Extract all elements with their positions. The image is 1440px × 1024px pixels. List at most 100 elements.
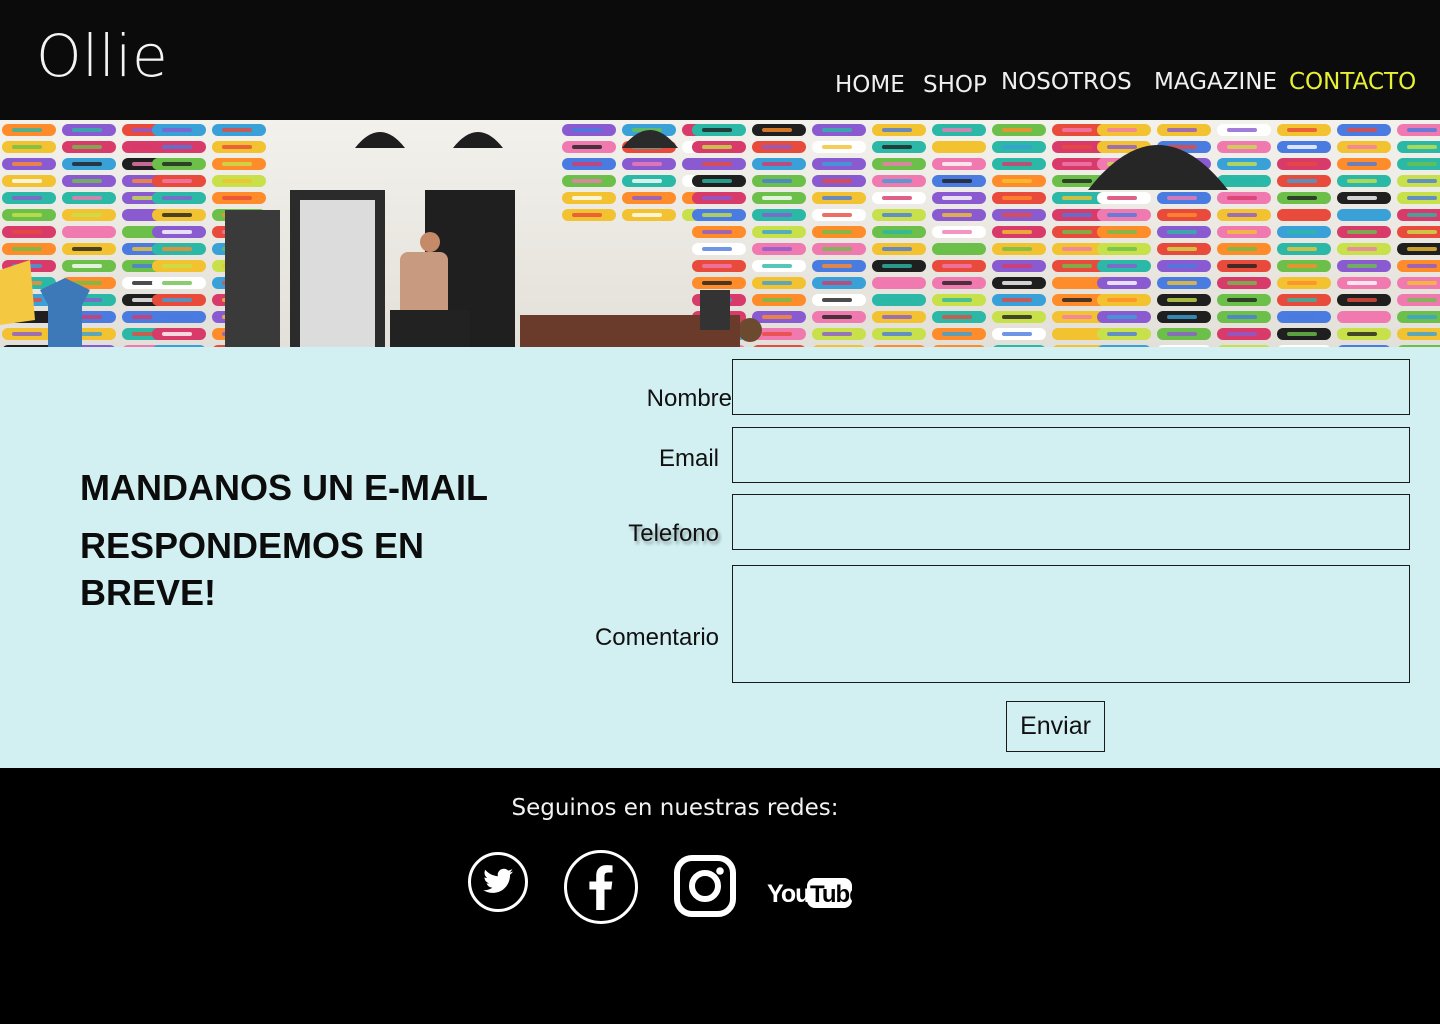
- comment-field[interactable]: [732, 565, 1410, 683]
- hero-skateboard-graphic: [1287, 145, 1317, 149]
- twitter-icon[interactable]: [467, 851, 529, 913]
- nav-magazine[interactable]: MAGAZINE: [1154, 69, 1277, 95]
- hero-skateboard-graphic: [882, 196, 912, 200]
- nav-home[interactable]: HOME: [835, 72, 905, 98]
- hero-skateboard-graphic: [702, 264, 732, 268]
- contact-headline-line2: RESPONDEMOS EN BREVE!: [80, 525, 425, 613]
- hero-skateboard-graphic: [12, 179, 42, 183]
- hero-skateboard-graphic: [1347, 315, 1377, 319]
- hero-skateboard-graphic: [1227, 315, 1257, 319]
- hero-skateboard-graphic: [1062, 128, 1092, 132]
- hero-skateboard-graphic: [702, 179, 732, 183]
- nav-contacto[interactable]: CONTACTO: [1289, 69, 1416, 95]
- hero-skateboard-graphic: [1347, 298, 1377, 302]
- phone-field[interactable]: [732, 494, 1410, 550]
- hero-skateboard-graphic: [1167, 298, 1197, 302]
- hero-skateboard-graphic: [942, 196, 972, 200]
- hero-skateboard-graphic: [572, 162, 602, 166]
- hero-skateboard-graphic: [702, 128, 732, 132]
- hero-skateboard-graphic: [162, 264, 192, 268]
- hero-skateboard-graphic: [1347, 162, 1377, 166]
- hero-skateboard-graphic: [762, 332, 792, 336]
- hero-skateboard-graphic: [1107, 315, 1137, 319]
- hero-skateboard-graphic: [1347, 264, 1377, 268]
- hero-skateboard-graphic: [162, 315, 192, 319]
- hero-skateboard-graphic: [572, 179, 602, 183]
- hero-skateboard-graphic: [72, 128, 102, 132]
- nav-shop[interactable]: SHOP: [923, 72, 987, 98]
- hero-skateboard-graphic: [822, 196, 852, 200]
- hero-skateboard-graphic: [942, 179, 972, 183]
- hero-skateboard-graphic: [762, 298, 792, 302]
- hero-skateboard-graphic: [1107, 230, 1137, 234]
- hero-skateboard-graphic: [12, 247, 42, 251]
- hero-skateboard-graphic: [572, 213, 602, 217]
- hero-skateboard-graphic: [1167, 230, 1197, 234]
- hero-skateboard-graphic: [1002, 332, 1032, 336]
- hero-skateboard-graphic: [702, 196, 732, 200]
- email-field[interactable]: [732, 427, 1410, 483]
- hero-skateboard-graphic: [1407, 298, 1437, 302]
- hero-skateboard-graphic: [1287, 128, 1317, 132]
- hero-skateboard-graphic: [942, 281, 972, 285]
- site-header: Ollie HOME SHOP NOSOTROS MAGAZINE CONTAC…: [0, 0, 1440, 120]
- hero-skateboard-graphic: [822, 128, 852, 132]
- hero-skateboard-graphic: [762, 281, 792, 285]
- youtube-icon[interactable]: You Tube: [767, 876, 853, 910]
- hero-skateboard-graphic: [1287, 179, 1317, 183]
- hero-skateboard-graphic: [1107, 145, 1137, 149]
- facebook-icon[interactable]: [563, 849, 639, 925]
- contact-section: MANDANOS UN E-MAIL RESPONDEMOS EN BREVE!…: [0, 347, 1440, 768]
- nav-nosotros[interactable]: NOSOTROS: [1001, 69, 1132, 95]
- hero-skateboard-graphic: [1107, 196, 1137, 200]
- hero-skateboard-graphic: [1287, 315, 1317, 319]
- hero-skateboard-graphic: [1407, 230, 1437, 234]
- hero-skateboard-graphic: [1167, 213, 1197, 217]
- phone-label: Telefono: [628, 520, 719, 547]
- hero-skateboard-graphic: [1287, 281, 1317, 285]
- hero-skateboard-graphic: [1287, 298, 1317, 302]
- hero-skateboard-graphic: [1227, 213, 1257, 217]
- hero-skateboard-graphic: [882, 281, 912, 285]
- hero-skateboard-graphic: [1347, 281, 1377, 285]
- hero-skateboard-graphic: [762, 179, 792, 183]
- hero-skateboard-graphic: [1287, 332, 1317, 336]
- hero-skateboard-graphic: [1167, 315, 1197, 319]
- hero-skateboard-graphic: [762, 247, 792, 251]
- name-label: Nombre: [646, 385, 732, 412]
- site-logo[interactable]: Ollie: [36, 22, 168, 90]
- hero-skateboard-graphic: [12, 230, 42, 234]
- hero-skateboard-graphic: [1227, 332, 1257, 336]
- instagram-icon[interactable]: [673, 854, 737, 918]
- hero-skateboard-graphic: [162, 281, 192, 285]
- hero-skateboard-graphic: [1227, 128, 1257, 132]
- hero-skateboard-graphic: [1347, 332, 1377, 336]
- hero-skateboard-graphic: [822, 247, 852, 251]
- hero-skateboard-graphic: [882, 298, 912, 302]
- hero-skateboard-graphic: [1062, 196, 1092, 200]
- hero-skateboard-graphic: [942, 213, 972, 217]
- hero-skateboard-graphic: [162, 230, 192, 234]
- hero-skateboard-graphic: [1167, 281, 1197, 285]
- hero-skateboard-graphic: [72, 196, 102, 200]
- follow-text: Seguinos en nuestras redes:: [511, 795, 839, 821]
- hero-skateboard-graphic: [762, 264, 792, 268]
- hero-skateboard-graphic: [72, 145, 102, 149]
- hero-skateboard-graphic: [12, 145, 42, 149]
- hero-skateboard-graphic: [1227, 281, 1257, 285]
- hero-skateboard-graphic: [1002, 298, 1032, 302]
- hero-skateboard-graphic: [1227, 179, 1257, 183]
- hero-skateboard-graphic: [942, 332, 972, 336]
- hero-skateboard-graphic: [942, 128, 972, 132]
- hero-skateboard-graphic: [822, 264, 852, 268]
- hero-skateboard-graphic: [1002, 264, 1032, 268]
- hero-skateboard-graphic: [1167, 247, 1197, 251]
- name-field[interactable]: [732, 359, 1410, 415]
- hero-skateboard-graphic: [1227, 230, 1257, 234]
- submit-button[interactable]: Enviar: [1006, 701, 1105, 752]
- hero-skateboard-graphic: [882, 128, 912, 132]
- hero-skateboard-graphic: [942, 315, 972, 319]
- hero-skateboard-graphic: [942, 247, 972, 251]
- hero-skateboard-graphic: [1347, 230, 1377, 234]
- hero-skateboard-graphic: [1287, 213, 1317, 217]
